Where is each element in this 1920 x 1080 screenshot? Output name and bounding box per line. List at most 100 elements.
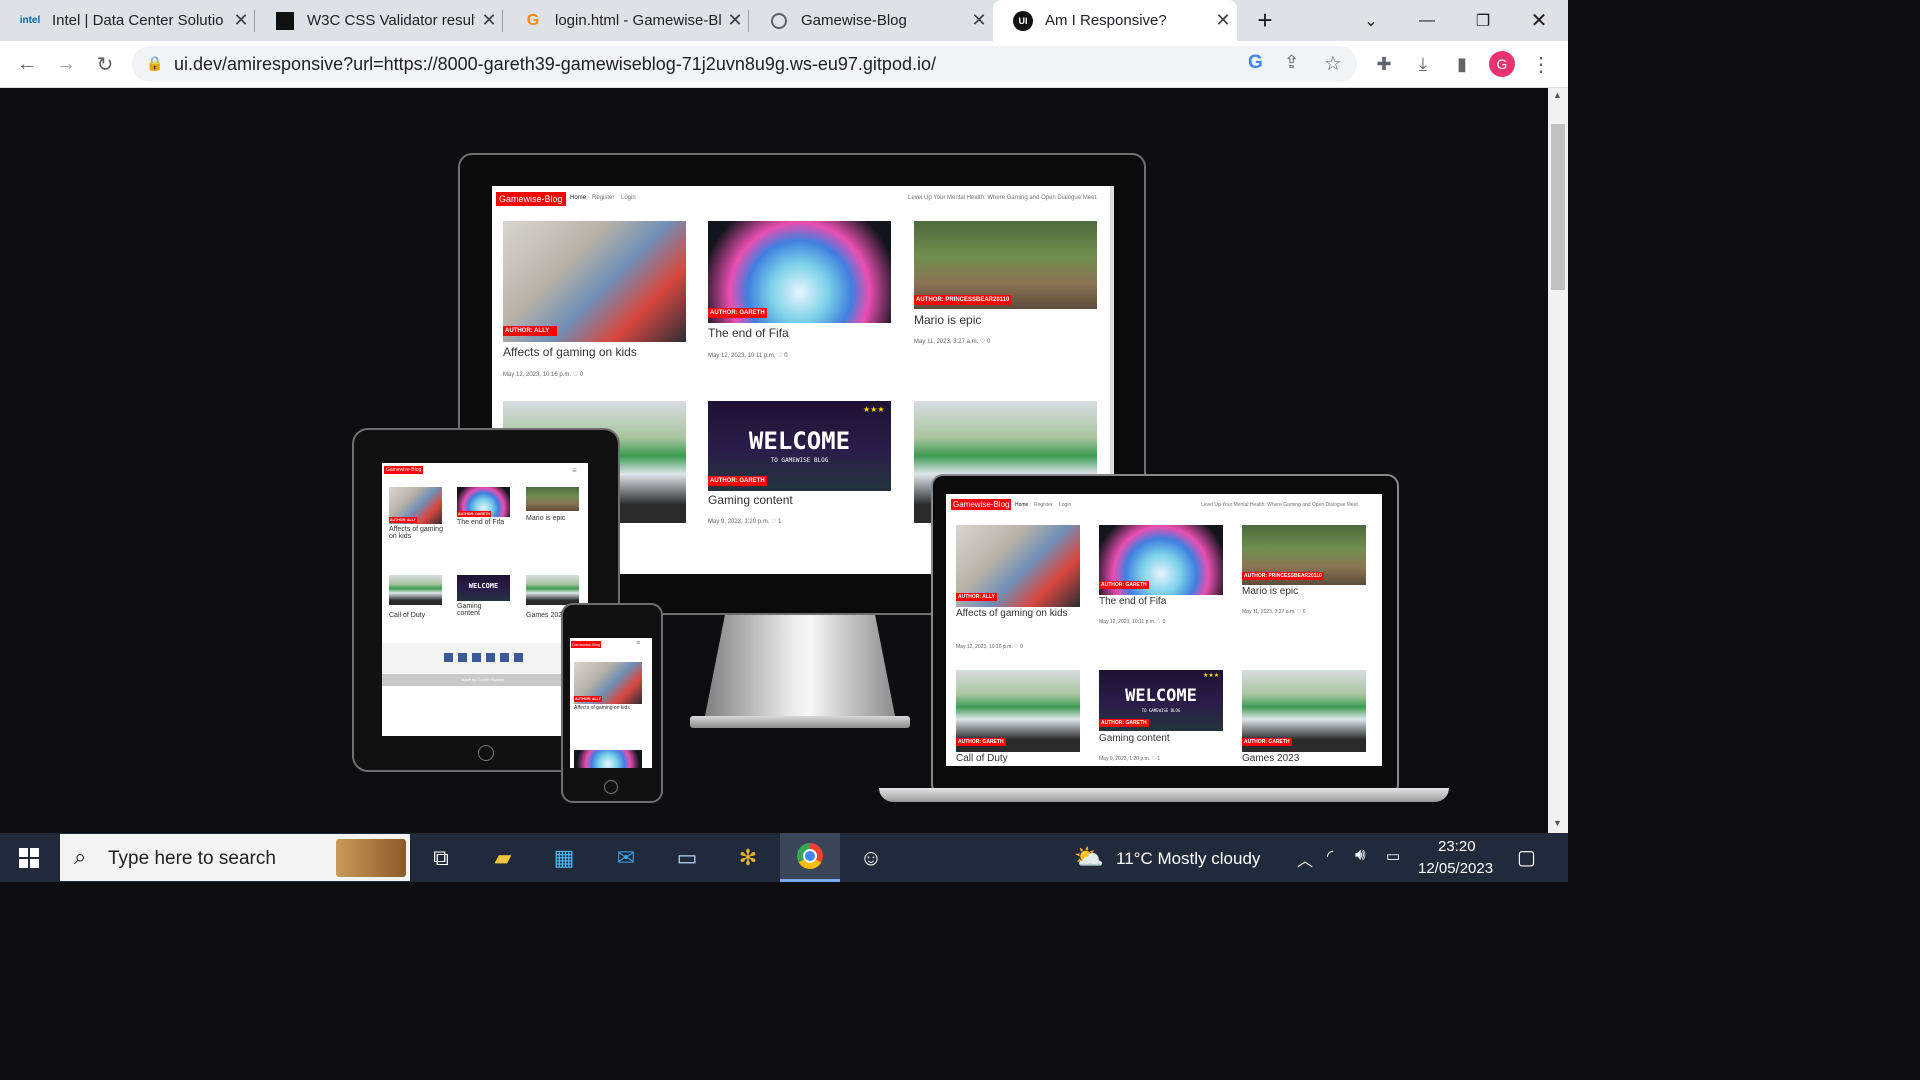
post-title[interactable]: Affects of gaming on kids [574,705,644,711]
post-image[interactable] [503,221,686,342]
post-image[interactable] [389,575,442,605]
scroll-down-icon[interactable]: ▼ [1553,818,1562,828]
emoji-app-icon[interactable]: ☺ [841,833,901,882]
author-badge: AUTHOR: GARETH [1242,738,1292,746]
side-panel-icon[interactable]: ▮ [1447,49,1477,79]
am-i-responsive-preview: Gamewise-Blog Home Register Login Level … [0,88,1548,833]
battery-icon[interactable]: ▭ [1386,847,1400,865]
site-brand[interactable]: Gamewise-Blog [951,499,1012,510]
post-title[interactable]: Affects of gaming on kids [956,608,1080,619]
volume-icon[interactable]: 🔊︎ [1355,845,1366,865]
post-image[interactable] [526,487,579,511]
close-icon[interactable]: ✕ [721,10,749,31]
site-brand[interactable]: Gamewise-Blog [496,192,566,206]
window-close-icon[interactable]: ✕ [1511,0,1567,41]
back-arrow-icon[interactable]: ← [12,49,42,79]
nav-login-link[interactable]: Login [1059,502,1071,508]
post-title[interactable]: The end of Fifa [708,326,789,340]
site-brand[interactable]: Gamewise-Blog [384,466,424,474]
social-icons[interactable] [444,653,526,662]
chevron-up-icon[interactable]: ︿ [1297,847,1313,871]
extensions-puzzle-icon[interactable]: ✚ [1369,49,1399,79]
post-image[interactable] [574,750,642,768]
post-title[interactable]: Affects of gaming on kids [389,526,449,540]
nav-register-link[interactable]: Register [592,195,614,201]
post-title[interactable]: Affects of gaming on kids [503,345,637,359]
post-meta: May 9, 2023, 1:20 p.m. ♡ 1 [708,519,782,525]
new-tab-plus-icon[interactable]: + [1240,0,1290,41]
lock-icon: 🔒 [146,55,164,71]
tab-intel[interactable]: intel Intel | Data Center Solutio ✕ [0,0,255,41]
post-image[interactable] [526,575,579,605]
tab-gamewise-blog[interactable]: Gamewise-Blog ✕ [749,0,993,41]
author-badge: AUTHOR: GARETH [457,511,491,517]
scroll-up-icon[interactable]: ▲ [1553,90,1562,100]
url-text[interactable]: ui.dev/amiresponsive?url=https://8000-ga… [174,54,936,75]
post-meta: May 12, 2023, 10:16 p.m. ♡ 0 [956,644,1023,650]
search-placeholder: Type here to search [108,848,276,869]
taskbar-search-box[interactable]: ⌕ Type here to search [60,834,410,881]
post-title[interactable]: The end of Fifa [457,519,504,526]
post-title[interactable]: Gaming content [1099,733,1170,744]
address-bar[interactable]: 🔒 ui.dev/amiresponsive?url=https://8000-… [132,46,1357,82]
tab-title: W3C CSS Validator results [307,12,475,29]
restore-icon[interactable]: ❐ [1455,0,1511,41]
post-title[interactable]: Call of Duty [389,612,425,619]
google-lens-icon[interactable]: G [1248,52,1263,74]
hamburger-menu-icon[interactable]: ≡ [572,466,577,475]
tab-am-i-responsive[interactable]: UI Am I Responsive? ✕ [993,0,1237,41]
post-meta: May 9, 2023, 1:20 p.m. ♡ 1 [1099,756,1161,762]
post-title[interactable]: Mario is epic [526,515,565,522]
download-icon[interactable]: ⤓ [1408,49,1438,79]
post-meta: May 11, 2023, 3:27 a.m. ♡ 0 [914,339,991,345]
nav-home-link[interactable]: Home [1015,502,1028,508]
notifications-icon[interactable]: ▢ [1517,845,1536,870]
microsoft-store-icon[interactable]: ▦ [534,833,594,882]
nav-home-link[interactable]: Home [570,195,586,201]
bookmark-star-icon[interactable]: ☆ [1324,51,1342,76]
post-title[interactable]: Games 2023 [1242,753,1299,764]
task-view-icon[interactable]: ⧉ [411,833,471,882]
chrome-icon[interactable] [780,833,840,882]
reload-icon[interactable]: ↻ [90,49,120,79]
close-icon[interactable]: ✕ [227,10,255,31]
site-brand[interactable]: Gamewise-Blog [571,641,602,648]
ui-dev-icon: UI [1013,10,1033,31]
post-title[interactable]: Mario is epic [914,313,981,327]
weather-cloud-icon[interactable]: ⛅ [1074,843,1104,872]
clock-time[interactable]: 23:20 [1438,838,1476,855]
mail-icon[interactable]: ✉ [596,833,656,882]
post-title[interactable]: Call of Duty [956,753,1008,764]
page-scrollbar[interactable]: ▲ ▼ [1548,88,1568,833]
post-title[interactable]: Mario is epic [1242,586,1298,597]
remote-desktop-icon[interactable]: ▭ [657,833,717,882]
close-icon[interactable]: ✕ [475,10,503,31]
post-image[interactable]: WELCOME [457,575,510,601]
profile-avatar[interactable]: G [1487,49,1517,79]
search-highlight-image [336,839,406,877]
slack-icon[interactable]: ✻ [718,833,778,882]
post-title[interactable]: Gaming content [457,603,497,617]
minimize-icon[interactable]: — [1399,0,1455,41]
tab-login-html[interactable]: G login.html - Gamewise-Bl ✕ [503,0,749,41]
post-title[interactable]: The end of Fifa [1099,596,1166,607]
wifi-icon[interactable]: ◜ [1327,846,1333,866]
tab-search-chevron-icon[interactable]: ⌄ [1343,0,1399,41]
close-icon[interactable]: ✕ [1209,10,1237,31]
tab-w3c-validator[interactable]: W3C CSS Validator results ✕ [255,0,503,41]
forward-arrow-icon[interactable]: → [51,49,81,79]
nav-register-link[interactable]: Register [1034,502,1053,508]
weather-text[interactable]: 11°C Mostly cloudy [1116,849,1260,869]
share-icon[interactable]: ⇪ [1284,52,1299,73]
file-explorer-icon[interactable]: ▰ [473,833,533,882]
windows-start-icon[interactable] [0,833,58,882]
chrome-menu-icon[interactable]: ⋮ [1526,49,1556,79]
nav-login-link[interactable]: Login [621,195,636,201]
close-icon[interactable]: ✕ [965,10,993,31]
clock-date[interactable]: 12/05/2023 [1418,860,1493,877]
post-title[interactable]: Gaming content [708,493,793,507]
tab-title: login.html - Gamewise-Bl [555,12,721,29]
scrollbar-thumb[interactable] [1551,124,1565,290]
search-icon: ⌕ [74,844,87,869]
hamburger-menu-icon[interactable]: ≡ [636,640,640,647]
